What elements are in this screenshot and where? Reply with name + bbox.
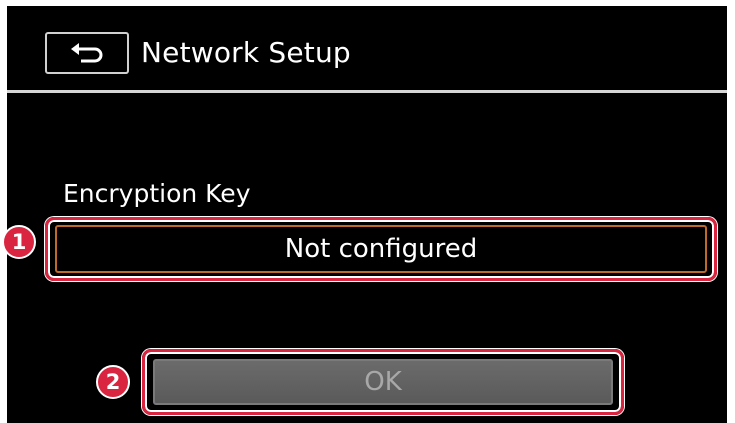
callout-number-2: 2	[96, 365, 130, 399]
back-button[interactable]	[45, 32, 129, 74]
encryption-key-label: Encryption Key	[63, 179, 251, 208]
camera-screen: Network Setup Encryption Key Not configu…	[7, 6, 727, 423]
ok-button[interactable]: OK	[153, 359, 613, 405]
callout-number-1: 1	[2, 225, 36, 259]
return-arrow-icon	[67, 42, 107, 64]
header-divider	[7, 90, 727, 93]
page-title: Network Setup	[141, 36, 351, 69]
header: Network Setup	[7, 6, 727, 88]
encryption-key-field[interactable]: Not configured	[55, 225, 707, 273]
